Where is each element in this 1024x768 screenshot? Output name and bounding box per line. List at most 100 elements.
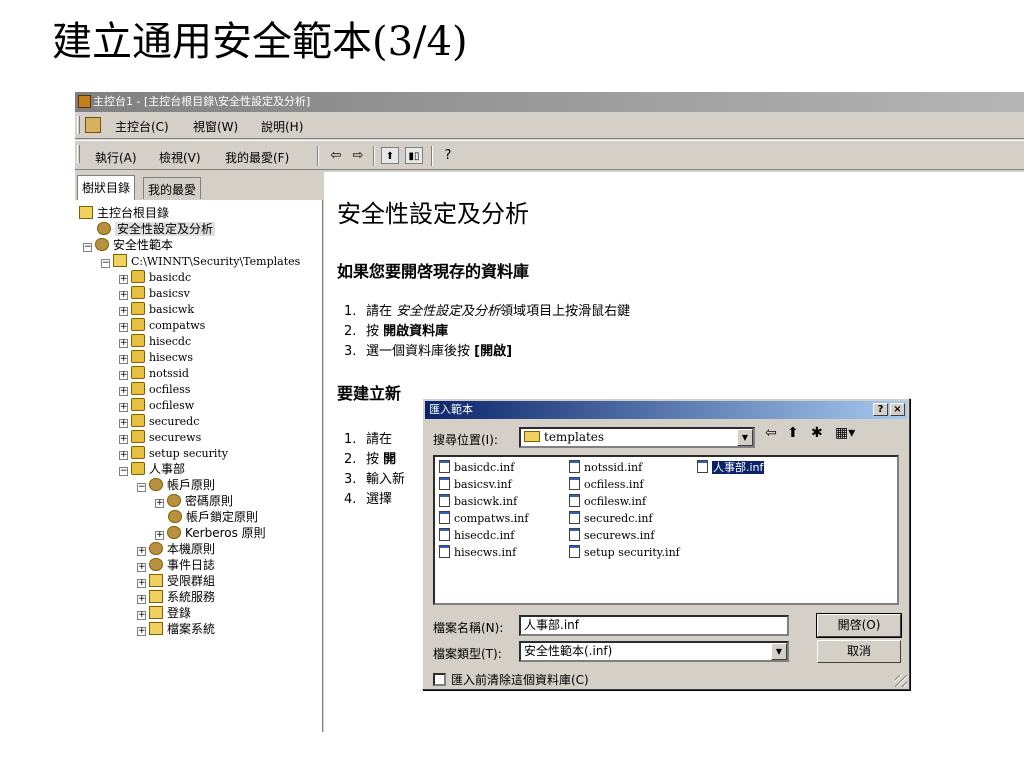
tree-node-template[interactable]: + ocfilesw xyxy=(119,397,194,413)
up-level-icon[interactable]: ⬆ xyxy=(381,147,399,164)
menu-window[interactable]: 視窗(W) xyxy=(193,118,238,135)
new-folder-icon[interactable]: ✱ xyxy=(811,425,823,441)
collapse-icon[interactable]: − xyxy=(101,259,110,268)
tree-node-template[interactable]: + basicsv xyxy=(119,285,190,301)
menu-view[interactable]: 檢視(V) xyxy=(159,149,201,166)
file-item[interactable]: basicsv.inf xyxy=(439,477,512,492)
collapse-icon[interactable]: − xyxy=(83,243,92,252)
chevron-down-icon[interactable]: ▼ xyxy=(771,643,787,660)
tree-node-template[interactable]: + basicdc xyxy=(119,269,191,285)
filetype-select[interactable]: 安全性範本(.inf) ▼ xyxy=(519,641,789,662)
collapse-icon[interactable]: − xyxy=(137,483,146,492)
toolbar-grip[interactable] xyxy=(77,145,80,163)
menu-favorites[interactable]: 我的最愛(F) xyxy=(225,149,289,166)
tree-node-template[interactable]: + securews xyxy=(119,429,201,445)
tree-node-policy[interactable]: + 登錄 xyxy=(137,605,191,621)
file-item[interactable]: basicdc.inf xyxy=(439,460,514,475)
expand-icon[interactable]: + xyxy=(119,435,128,444)
file-item[interactable]: compatws.inf xyxy=(439,511,528,526)
expand-icon[interactable]: + xyxy=(137,579,146,588)
expand-icon[interactable]: + xyxy=(119,403,128,412)
cancel-button[interactable]: 取消 xyxy=(817,640,901,663)
chevron-down-icon[interactable]: ▼ xyxy=(737,429,753,446)
expand-icon[interactable]: + xyxy=(119,339,128,348)
menu-action[interactable]: 執行(A) xyxy=(95,149,137,166)
tree-node-lockout-policy[interactable]: 帳戶鎖定原則 xyxy=(168,509,258,525)
tree-node-password-policy[interactable]: + 密碼原則 xyxy=(155,493,233,509)
collapse-icon[interactable]: − xyxy=(119,467,128,476)
help-icon[interactable]: ? xyxy=(439,147,457,164)
expand-icon[interactable]: + xyxy=(137,627,146,636)
menu-help[interactable]: 說明(H) xyxy=(261,118,303,135)
forward-arrow-icon[interactable]: ⇨ xyxy=(349,147,367,164)
file-item[interactable]: basicwk.inf xyxy=(439,494,517,509)
file-item[interactable]: notssid.inf xyxy=(569,460,642,475)
tree-node-template[interactable]: + basicwk xyxy=(119,301,194,317)
tab-tree[interactable]: 樹狀目錄 xyxy=(77,175,136,200)
tree-node-template[interactable]: + setup security xyxy=(119,445,228,461)
show-hide-tree-icon[interactable]: ▮▯ xyxy=(405,147,423,164)
lookin-combo[interactable]: templates ▼ xyxy=(519,427,755,448)
tree-node-kerberos-policy[interactable]: + Kerberos 原則 xyxy=(155,525,266,541)
expand-icon[interactable]: + xyxy=(155,531,164,540)
file-item[interactable]: hisecdc.inf xyxy=(439,528,514,543)
tree-node-policy[interactable]: + 事件日誌 xyxy=(137,557,215,573)
file-item[interactable]: ocfilesw.inf xyxy=(569,494,646,509)
tree-node-analysis[interactable]: 安全性設定及分析 xyxy=(97,221,216,237)
expand-icon[interactable]: + xyxy=(137,547,146,556)
tree-node-template[interactable]: + notssid xyxy=(119,365,189,381)
view-menu-icon[interactable]: ▦▾ xyxy=(835,425,855,441)
tree-node-templates[interactable]: − 安全性範本 xyxy=(83,237,173,253)
expand-icon[interactable]: + xyxy=(137,611,146,620)
expand-icon[interactable]: + xyxy=(119,323,128,332)
list-item: 3. 輸入新 xyxy=(344,472,406,487)
tree-node-template[interactable]: + hisecws xyxy=(119,349,193,365)
tree-node-template[interactable]: + hisecdc xyxy=(119,333,191,349)
expand-icon[interactable]: + xyxy=(119,387,128,396)
expand-icon[interactable]: + xyxy=(137,595,146,604)
file-item[interactable]: hisecws.inf xyxy=(439,545,516,560)
up-folder-icon[interactable]: ⬆ xyxy=(787,425,799,441)
template-icon xyxy=(131,446,145,459)
tree-node-root[interactable]: 主控台根目錄 xyxy=(79,205,169,221)
tree-node-account-policy[interactable]: − 帳戶原則 xyxy=(137,477,215,493)
tree-node-policy[interactable]: + 檔案系統 xyxy=(137,621,215,637)
tree-node-policy[interactable]: + 系統服務 xyxy=(137,589,215,605)
expand-icon[interactable]: + xyxy=(119,307,128,316)
tree-node-template[interactable]: + ocfiless xyxy=(119,381,190,397)
help-button[interactable]: ? xyxy=(873,403,888,416)
clear-db-checkbox[interactable]: 匯入前清除這個資料庫(C) xyxy=(433,671,589,688)
file-item[interactable]: securews.inf xyxy=(569,528,654,543)
file-item[interactable]: ocfiless.inf xyxy=(569,477,644,492)
inf-file-icon xyxy=(569,494,580,507)
expand-icon[interactable]: + xyxy=(119,419,128,428)
file-item[interactable]: 人事部.inf xyxy=(697,460,765,475)
close-button[interactable]: × xyxy=(890,403,905,416)
expand-icon[interactable]: + xyxy=(119,371,128,380)
filename-input[interactable]: 人事部.inf xyxy=(519,615,789,636)
open-button[interactable]: 開啓(O) xyxy=(816,613,902,638)
resize-grip[interactable] xyxy=(895,675,907,687)
back-arrow-icon[interactable]: ⇦ xyxy=(327,147,345,164)
checkbox-box[interactable] xyxy=(433,673,446,686)
back-arrow-icon[interactable]: ⇦ xyxy=(765,425,777,441)
menu-console[interactable]: 主控台(C) xyxy=(115,118,169,135)
expand-icon[interactable]: + xyxy=(119,451,128,460)
menubar-grip[interactable] xyxy=(77,116,80,134)
file-item[interactable]: securedc.inf xyxy=(569,511,653,526)
tree-node-policy[interactable]: + 受限群組 xyxy=(137,573,215,589)
tree-node-custom[interactable]: − 人事部 xyxy=(119,461,185,477)
expand-icon[interactable]: + xyxy=(119,275,128,284)
tree-node-templates-path[interactable]: − C:\WINNT\Security\Templates xyxy=(101,253,300,269)
expand-icon[interactable]: + xyxy=(119,291,128,300)
tab-favorites[interactable]: 我的最愛 xyxy=(143,177,202,199)
expand-icon[interactable]: + xyxy=(137,563,146,572)
file-item[interactable]: setup security.inf xyxy=(569,545,680,560)
mmc-menu-icon[interactable] xyxy=(85,117,101,133)
expand-icon[interactable]: + xyxy=(119,355,128,364)
tree-node-policy[interactable]: + 本機原則 xyxy=(137,541,215,557)
template-icon xyxy=(131,366,145,379)
tree-node-template[interactable]: + compatws xyxy=(119,317,205,333)
expand-icon[interactable]: + xyxy=(155,499,164,508)
tree-node-template[interactable]: + securedc xyxy=(119,413,199,429)
